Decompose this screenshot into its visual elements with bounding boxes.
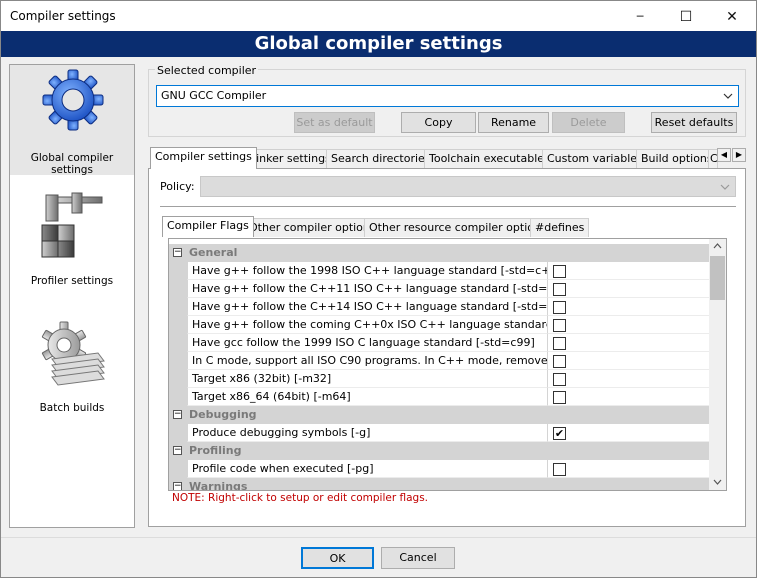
- ok-button[interactable]: OK: [301, 547, 374, 569]
- flag-label: Profile code when executed [-pg]: [187, 460, 547, 478]
- separator: [160, 206, 736, 207]
- scrollbar-thumb[interactable]: [710, 256, 725, 300]
- gear-stack-icon: [41, 321, 105, 386]
- delete-button[interactable]: Delete: [552, 112, 625, 133]
- category-label: Debugging: [189, 408, 257, 421]
- settings-nav: Global compiler settings Profiler settin…: [9, 64, 135, 528]
- flag-label: Have g++ follow the C++14 ISO C++ langua…: [187, 298, 547, 316]
- category-debugging[interactable]: − Debugging: [169, 406, 710, 424]
- maximize-button[interactable]: ☐: [663, 1, 709, 32]
- tab-other-resource-compiler-options[interactable]: Other resource compiler options: [364, 218, 552, 237]
- nav-item-global-compiler-settings[interactable]: Global compiler settings: [10, 65, 134, 176]
- tab-custom-variables[interactable]: Custom variables: [542, 149, 648, 169]
- nav-item-profiler-settings[interactable]: Profiler settings: [10, 177, 134, 289]
- tab-search-directories[interactable]: Search directories: [326, 149, 436, 169]
- nav-label-batch: Batch builds: [39, 402, 105, 414]
- flag-checkbox[interactable]: [553, 463, 566, 476]
- flag-label: In C mode, support all ISO C90 programs.…: [187, 352, 547, 370]
- compiler-dropdown[interactable]: GNU GCC Compiler: [156, 85, 739, 107]
- arrow-left-icon: ◀: [720, 150, 728, 159]
- tab-build-options[interactable]: Build options: [636, 149, 718, 169]
- flag-label: Have g++ follow the coming C++0x ISO C++…: [187, 316, 547, 334]
- flag-checkbox[interactable]: [553, 391, 566, 404]
- right-click-note: NOTE: Right-click to setup or edit compi…: [172, 492, 428, 504]
- tab-toolchain-executables[interactable]: Toolchain executables: [424, 149, 555, 169]
- chevron-down-icon[interactable]: [713, 479, 722, 485]
- flag-label: Produce debugging symbols [-g]: [187, 424, 547, 442]
- grid-scrollbar[interactable]: [709, 239, 726, 490]
- collapse-icon[interactable]: −: [173, 410, 182, 419]
- category-general[interactable]: − General: [169, 244, 710, 262]
- tab-compiler-settings[interactable]: Compiler settings: [150, 147, 257, 169]
- flag-checkbox[interactable]: ✔: [553, 427, 566, 440]
- flag-row[interactable]: Target x86 (32bit) [-m32]: [169, 370, 710, 388]
- flag-checkbox[interactable]: [553, 283, 566, 296]
- nav-item-batch-builds[interactable]: Batch builds: [10, 305, 134, 417]
- tab-defines[interactable]: #defines: [530, 218, 590, 237]
- close-button[interactable]: ✕: [709, 1, 755, 32]
- minimize-icon: ─: [636, 10, 644, 23]
- rename-button[interactable]: Rename: [478, 112, 549, 133]
- title-bar: Compiler settings ─ ☐ ✕: [0, 0, 757, 31]
- flag-row[interactable]: Profile code when executed [-pg]: [169, 460, 710, 478]
- maximize-icon: ☐: [679, 8, 693, 25]
- tab-scroll-left-button[interactable]: ◀: [717, 148, 731, 162]
- flag-checkbox[interactable]: [553, 301, 566, 314]
- chevron-down-icon: [720, 184, 730, 190]
- flag-label: Have g++ follow the C++11 ISO C++ langua…: [187, 280, 547, 298]
- flag-label: Have g++ follow the 1998 ISO C++ languag…: [187, 262, 547, 280]
- nav-label-global: Global compiler settings: [30, 152, 114, 176]
- collapse-icon[interactable]: −: [173, 248, 182, 257]
- reset-defaults-button[interactable]: Reset defaults: [651, 112, 737, 133]
- category-label: Warnings: [189, 480, 248, 491]
- flag-checkbox[interactable]: [553, 265, 566, 278]
- footer-separator: [1, 537, 756, 538]
- copy-button[interactable]: Copy: [401, 112, 476, 133]
- selected-compiler-label: Selected compiler: [155, 64, 259, 77]
- flag-checkbox[interactable]: [553, 355, 566, 368]
- flag-row[interactable]: Have g++ follow the coming C++0x ISO C++…: [169, 316, 710, 334]
- banner-title: Global compiler settings: [1, 31, 756, 57]
- collapse-icon[interactable]: −: [173, 482, 182, 490]
- flag-checkbox[interactable]: [553, 319, 566, 332]
- cancel-button[interactable]: Cancel: [381, 547, 455, 569]
- tab-linker-settings[interactable]: Linker settings: [245, 149, 336, 169]
- flag-row[interactable]: Have g++ follow the C++14 ISO C++ langua…: [169, 298, 710, 316]
- tab-other-compiler-options[interactable]: Other compiler options: [244, 218, 381, 237]
- collapse-icon[interactable]: −: [173, 446, 182, 455]
- flag-row[interactable]: In C mode, support all ISO C90 programs.…: [169, 352, 710, 370]
- tab-compiler-flags[interactable]: Compiler Flags: [162, 216, 254, 237]
- category-label: General: [189, 246, 238, 259]
- policy-label: Policy:: [160, 180, 195, 193]
- gear-icon: [42, 69, 104, 131]
- window-title: Compiler settings: [10, 9, 116, 23]
- flag-row[interactable]: Have g++ follow the 1998 ISO C++ languag…: [169, 262, 710, 280]
- chevron-up-icon[interactable]: [713, 243, 722, 249]
- flag-label: Target x86 (32bit) [-m32]: [187, 370, 547, 388]
- policy-dropdown[interactable]: [200, 176, 736, 197]
- category-warnings[interactable]: − Warnings: [169, 478, 710, 491]
- flag-checkbox[interactable]: [553, 373, 566, 386]
- category-profiling[interactable]: − Profiling: [169, 442, 710, 460]
- compiler-dropdown-value: GNU GCC Compiler: [161, 89, 267, 102]
- arrow-right-icon: ▶: [735, 150, 743, 159]
- set-as-default-button[interactable]: Set as default: [294, 112, 375, 133]
- flag-label: Target x86_64 (64bit) [-m64]: [187, 388, 547, 406]
- flag-checkbox[interactable]: [553, 337, 566, 350]
- category-label: Profiling: [189, 444, 242, 457]
- flag-row[interactable]: Target x86_64 (64bit) [-m64]: [169, 388, 710, 406]
- flag-label: Have gcc follow the 1999 ISO C language …: [187, 334, 547, 352]
- minimize-button[interactable]: ─: [617, 1, 663, 32]
- chevron-down-icon: [723, 93, 733, 99]
- tab-scroll-right-button[interactable]: ▶: [732, 148, 746, 162]
- flag-row[interactable]: Produce debugging symbols [-g] ✔: [169, 424, 710, 442]
- compiler-flags-grid: − General Have g++ follow the 1998 ISO C…: [168, 238, 727, 491]
- flag-row[interactable]: Have gcc follow the 1999 ISO C language …: [169, 334, 710, 352]
- caliper-icon: [41, 192, 103, 258]
- flag-row[interactable]: Have g++ follow the C++11 ISO C++ langua…: [169, 280, 710, 298]
- close-icon: ✕: [726, 8, 738, 25]
- nav-label-profiler: Profiler settings: [30, 275, 114, 287]
